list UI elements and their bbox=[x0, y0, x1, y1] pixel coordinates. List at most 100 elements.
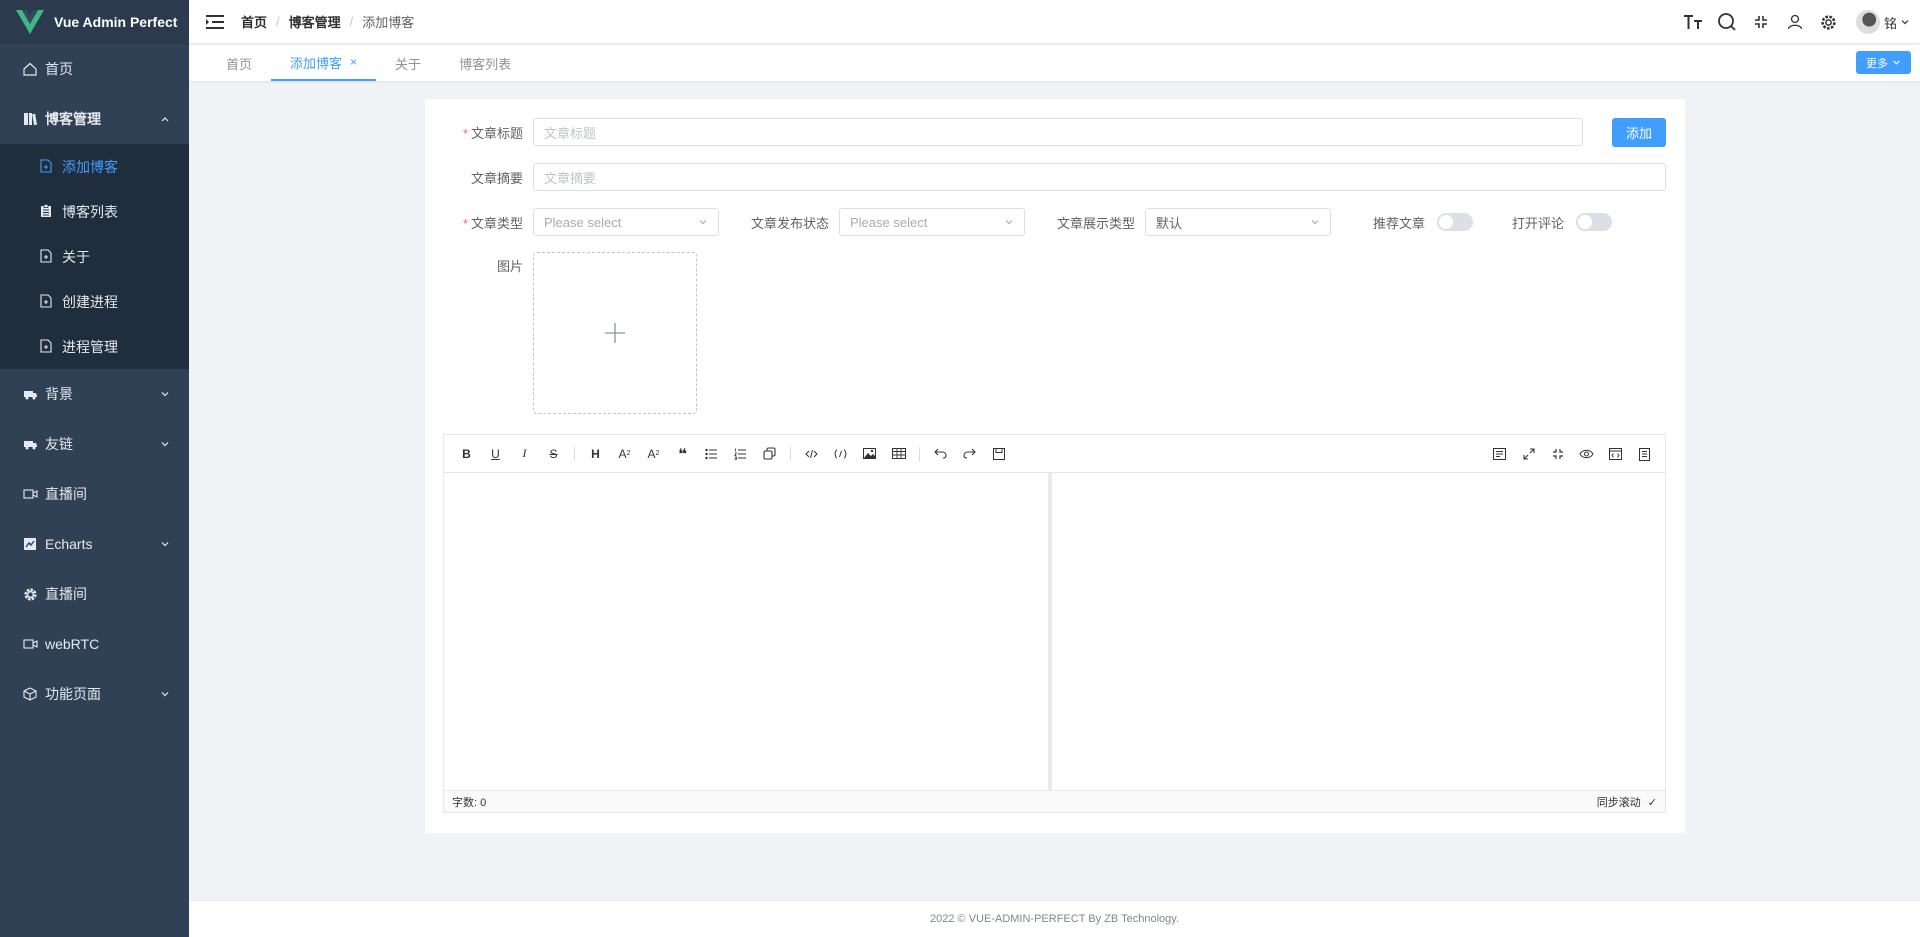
sidebar-item-label: 关于 bbox=[62, 248, 90, 265]
sidebar-item-feature-pages[interactable]: 功能页面 bbox=[0, 669, 189, 719]
document-add-icon bbox=[40, 293, 54, 310]
user-icon[interactable] bbox=[1785, 12, 1805, 32]
breadcrumb-item[interactable]: 首页 bbox=[241, 12, 267, 31]
sidebar-item-blog-list[interactable]: 博客列表 bbox=[0, 189, 189, 234]
chevron-down-icon bbox=[161, 542, 169, 547]
image-label: 图片 bbox=[496, 259, 523, 274]
sidebar-item-label: 友链 bbox=[45, 436, 73, 452]
sidebar-item-label: 直播间 bbox=[45, 586, 87, 602]
summary-input[interactable]: 文章摘要 bbox=[533, 163, 1666, 191]
title-label: * 文章标题 bbox=[462, 125, 523, 141]
font-size-icon[interactable] bbox=[1683, 12, 1703, 32]
add-button[interactable]: 添加 bbox=[1612, 118, 1666, 147]
video-camera-icon bbox=[22, 486, 38, 502]
check-icon: ✓ bbox=[1647, 796, 1657, 809]
tab-about[interactable]: 关于 bbox=[376, 45, 440, 81]
image-upload[interactable] bbox=[533, 252, 697, 414]
settings-icon[interactable] bbox=[1819, 12, 1839, 32]
logo[interactable]: Vue Admin Perfect bbox=[0, 0, 189, 44]
ordered-list-icon[interactable] bbox=[726, 442, 755, 466]
sidebar-item-label: 进程管理 bbox=[62, 338, 118, 355]
word-count: 字数: 0 bbox=[452, 796, 487, 809]
more-button[interactable]: 更多 bbox=[1856, 51, 1911, 74]
home-icon bbox=[22, 61, 38, 77]
sidebar-item-label: 添加博客 bbox=[62, 158, 118, 175]
header-actions: 铭 bbox=[1676, 0, 1910, 44]
footer: 2022 © VUE-ADMIN-PERFECT By ZB Technolog… bbox=[189, 900, 1920, 937]
type-select[interactable]: Please select bbox=[533, 208, 719, 236]
sidebar-item-about[interactable]: 关于 bbox=[0, 234, 189, 279]
sidebar-item-echarts[interactable]: Echarts bbox=[0, 519, 189, 569]
tab-blog-list[interactable]: 博客列表 bbox=[440, 45, 530, 81]
sidebar-item-friend-links[interactable]: 友链 bbox=[0, 419, 189, 469]
status-select[interactable]: Please select bbox=[839, 208, 1025, 236]
comment-switch[interactable] bbox=[1576, 213, 1612, 231]
sidebar-item-blog-management[interactable]: 博客管理 bbox=[0, 94, 189, 144]
sidebar-item-label: 博客列表 bbox=[62, 203, 118, 220]
fullscreen-icon[interactable] bbox=[1543, 442, 1572, 466]
tab-home[interactable]: 首页 bbox=[207, 45, 271, 81]
tab-add-blog[interactable]: 添加博客 × bbox=[271, 45, 377, 81]
sidebar-item-label: Echarts bbox=[45, 536, 93, 552]
menu-fold-icon[interactable] bbox=[205, 14, 225, 30]
quote-icon[interactable]: ❝ bbox=[668, 442, 697, 466]
subscript-icon[interactable]: A2 bbox=[610, 442, 639, 466]
title-input[interactable]: 文章标题 bbox=[533, 118, 1583, 146]
underline-icon[interactable]: U bbox=[481, 442, 510, 466]
truck-icon bbox=[22, 386, 38, 402]
book-icon bbox=[22, 111, 38, 127]
strikethrough-icon[interactable]: S bbox=[539, 442, 568, 466]
undo-icon[interactable] bbox=[926, 442, 955, 466]
sidebar-item-process-management[interactable]: 进程管理 bbox=[0, 324, 189, 369]
sidebar-item-label: 直播间 bbox=[45, 486, 87, 502]
document-icon[interactable] bbox=[1630, 442, 1659, 466]
expand-icon[interactable] bbox=[1514, 442, 1543, 466]
breadcrumb-item-current: 添加博客 bbox=[362, 15, 415, 30]
truck-icon bbox=[22, 436, 38, 452]
chevron-down-icon bbox=[161, 442, 169, 447]
bold-icon[interactable]: B bbox=[452, 442, 481, 466]
heading-icon[interactable]: H bbox=[581, 442, 610, 466]
sidebar-item-label: webRTC bbox=[45, 636, 100, 652]
comment-label: 打开评论 bbox=[1511, 215, 1564, 231]
search-icon[interactable] bbox=[1717, 12, 1737, 32]
redo-icon[interactable] bbox=[955, 442, 984, 466]
type-label: * 文章类型 bbox=[462, 215, 523, 231]
image-icon[interactable] bbox=[855, 442, 884, 466]
close-icon[interactable]: × bbox=[350, 55, 357, 69]
user-name[interactable]: 铭 bbox=[1884, 13, 1897, 32]
recommend-switch[interactable] bbox=[1437, 213, 1473, 231]
chevron-down-icon[interactable] bbox=[1900, 17, 1910, 27]
code-icon[interactable] bbox=[797, 442, 826, 466]
sidebar-item-home[interactable]: 首页 bbox=[0, 44, 189, 94]
chevron-down-icon bbox=[161, 692, 169, 697]
unordered-list-icon[interactable] bbox=[697, 442, 726, 466]
sidebar-item-add-blog[interactable]: 添加博客 bbox=[0, 144, 189, 189]
sidebar-item-live-room-2[interactable]: 直播间 bbox=[0, 569, 189, 619]
table-icon[interactable] bbox=[884, 442, 913, 466]
chevron-down-icon bbox=[161, 392, 169, 397]
breadcrumb-item[interactable]: 博客管理 bbox=[289, 12, 341, 31]
copy-icon[interactable] bbox=[755, 442, 784, 466]
sync-scroll-toggle[interactable]: 同步滚动 ✓ bbox=[1597, 794, 1657, 810]
save-icon[interactable] bbox=[984, 442, 1013, 466]
html-preview-icon[interactable] bbox=[1601, 442, 1630, 466]
breadcrumb: 首页 / 博客管理 / 添加博客 bbox=[241, 12, 415, 31]
sidebar-item-background[interactable]: 背景 bbox=[0, 369, 189, 419]
avatar[interactable] bbox=[1855, 10, 1880, 34]
sidebar-item-live-room[interactable]: 直播间 bbox=[0, 469, 189, 519]
catalog-icon[interactable] bbox=[1485, 442, 1514, 466]
sidebar-item-create-process[interactable]: 创建进程 bbox=[0, 279, 189, 324]
sidebar-item-label: 功能页面 bbox=[45, 686, 101, 702]
sidebar-item-label: 背景 bbox=[45, 386, 73, 402]
sidebar-item-webrtc[interactable]: webRTC bbox=[0, 619, 189, 669]
inline-code-icon[interactable] bbox=[826, 442, 855, 466]
italic-icon[interactable]: I bbox=[510, 442, 539, 466]
preview-icon[interactable] bbox=[1572, 442, 1601, 466]
display-label: 文章展示类型 bbox=[1056, 215, 1135, 231]
gear-icon bbox=[22, 586, 38, 602]
superscript-icon[interactable]: A2 bbox=[639, 442, 668, 466]
editor-input-pane[interactable] bbox=[444, 473, 1052, 792]
fullscreen-icon[interactable] bbox=[1751, 12, 1771, 32]
display-select[interactable]: 默认 bbox=[1145, 208, 1331, 236]
